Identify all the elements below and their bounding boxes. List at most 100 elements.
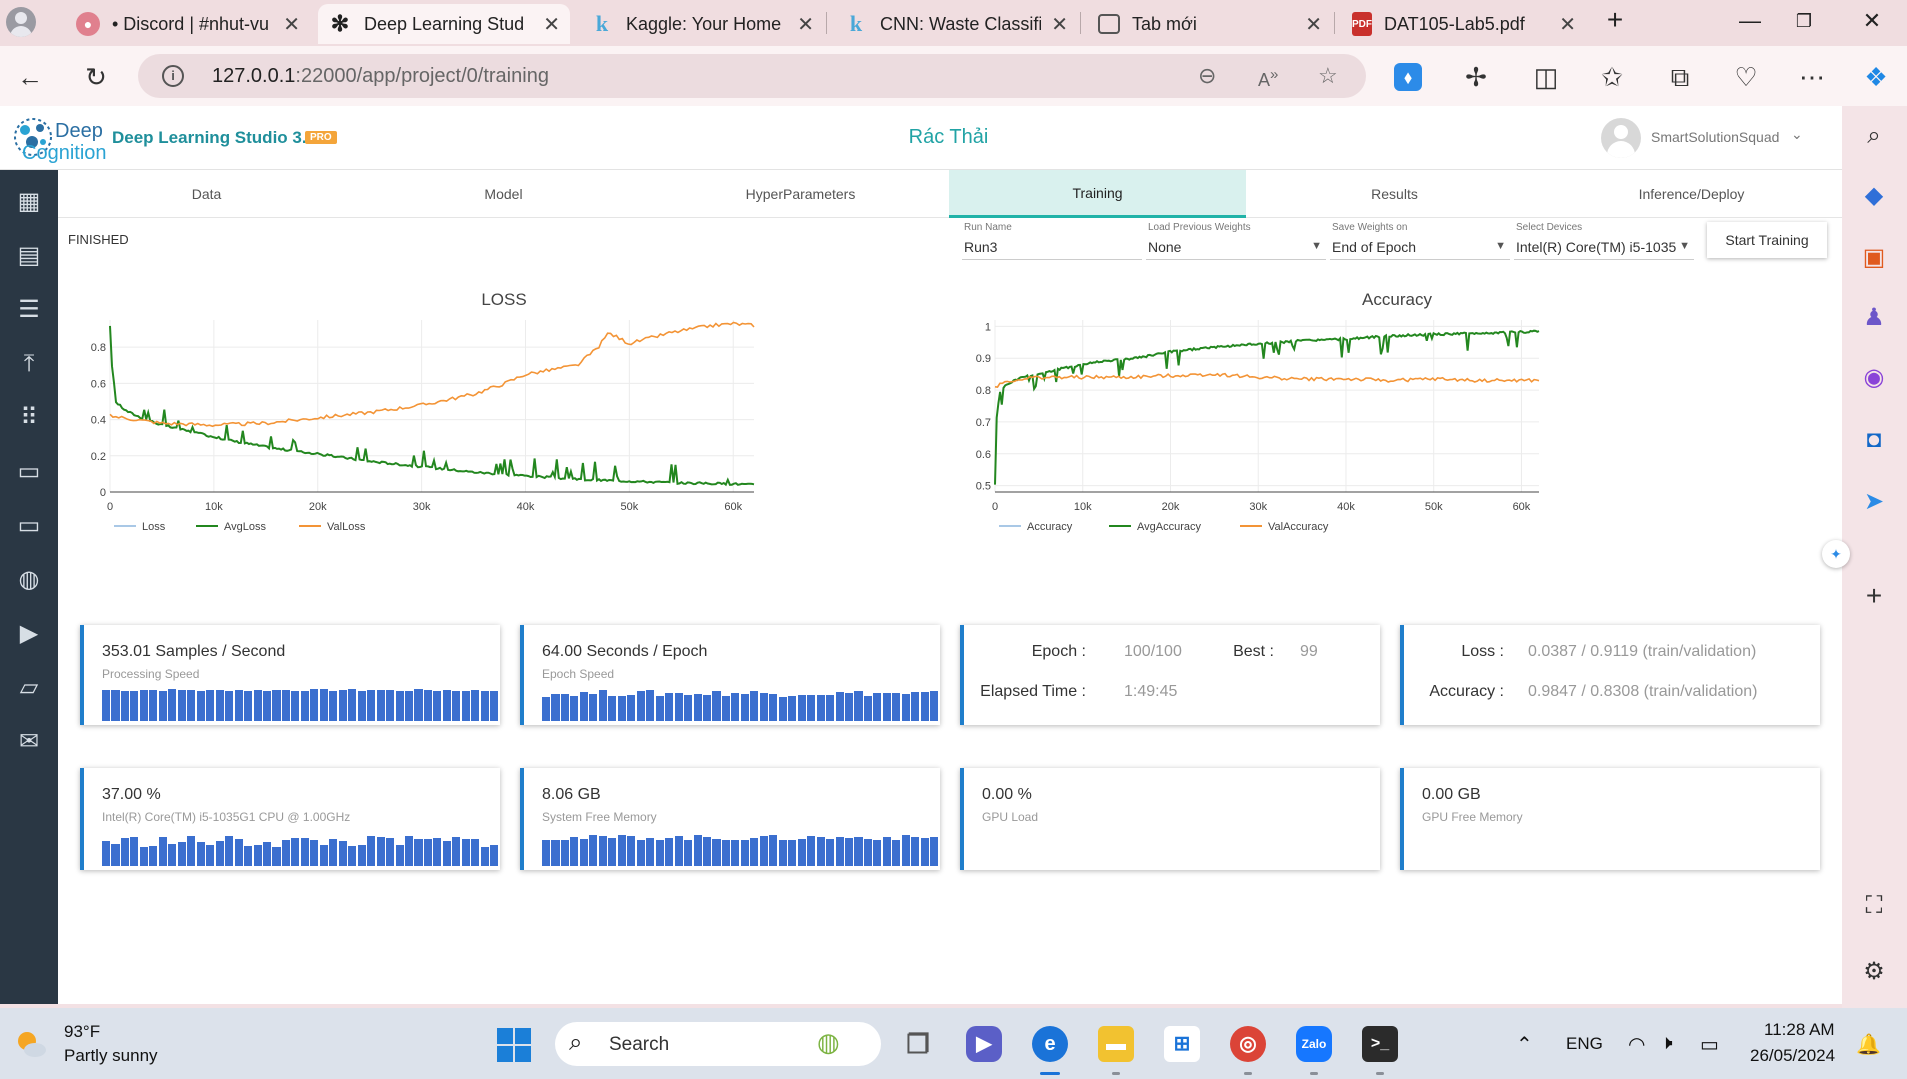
shopping-tag-icon[interactable]: ◆: [1858, 180, 1890, 212]
send-icon[interactable]: ➤: [1858, 486, 1890, 518]
windows-start-icon[interactable]: [497, 1028, 531, 1062]
tab-kaggle-home[interactable]: k Kaggle: Your Home ✕: [580, 4, 824, 44]
tab-new-tab[interactable]: Tab mới ✕: [1088, 4, 1332, 44]
tab-discord[interactable]: ● • Discord | #nhut-vu ✕: [66, 4, 310, 44]
tab-training[interactable]: Training: [949, 170, 1246, 218]
tab-model[interactable]: Model: [355, 170, 652, 218]
edge-browser-icon[interactable]: e: [1032, 1026, 1068, 1062]
partly-sunny-icon[interactable]: [14, 1028, 48, 1062]
more-menu-icon[interactable]: ⋯: [1796, 61, 1828, 93]
windows-taskbar: 93°F Partly sunny ⌕ Search ◍ ❐ ▶ e ▬ ⊞ ◎…: [0, 1008, 1907, 1079]
sparkline-bar: [712, 838, 721, 866]
apps-icon[interactable]: ⠿: [13, 404, 45, 432]
sparkline-bar: [845, 838, 854, 866]
deep-cognition-icon: ✻: [330, 11, 350, 36]
new-tab-button[interactable]: +: [1600, 4, 1630, 36]
video-icon[interactable]: ▶: [13, 620, 45, 648]
sparkline-bar: [177, 841, 186, 866]
tab-kaggle-cnn[interactable]: k CNN: Waste Classifi ✕: [834, 4, 1078, 44]
extension-drop-icon[interactable]: ⬧: [1394, 63, 1422, 91]
split-screen-icon[interactable]: ◫: [1530, 61, 1562, 93]
close-icon[interactable]: ✕: [543, 12, 560, 37]
user-name[interactable]: SmartSolutionSquad: [1651, 129, 1779, 145]
monitor-icon[interactable]: ▭: [13, 512, 45, 540]
weather-temperature[interactable]: 93°F: [64, 1022, 100, 1042]
chevron-down-icon[interactable]: ⌄: [1791, 126, 1803, 143]
meet-video-icon[interactable]: ▶: [966, 1026, 1002, 1062]
battery-icon[interactable]: ▭: [1700, 1032, 1719, 1057]
tab-pdf[interactable]: PDF DAT105-Lab5.pdf ✕: [1342, 4, 1586, 44]
minimize-button[interactable]: —: [1735, 8, 1765, 34]
profile-avatar[interactable]: [6, 7, 36, 37]
read-aloud-icon[interactable]: A»: [1258, 66, 1278, 91]
extensions-icon[interactable]: ✢: [1460, 61, 1492, 93]
run-name-field[interactable]: Run Name Run3: [962, 218, 1142, 260]
y-tick-label: 0.2: [91, 451, 106, 463]
load-weights-select[interactable]: Load Previous Weights None ▼: [1146, 218, 1326, 260]
clock-date[interactable]: 26/05/2024: [1750, 1046, 1835, 1066]
task-view-icon[interactable]: ❐: [900, 1026, 936, 1062]
sidebar-settings-gear-icon[interactable]: ⚙: [1858, 956, 1890, 988]
zoom-out-icon[interactable]: ⊖: [1198, 63, 1216, 89]
tools-icon[interactable]: ▣: [1858, 242, 1890, 274]
datasets-icon[interactable]: ☰: [13, 296, 45, 324]
address-bar[interactable]: i 127.0.0.1:22000/app/project/0/training…: [138, 54, 1366, 98]
add-sidebar-app-icon[interactable]: +: [1858, 580, 1890, 612]
sparkline-bar: [461, 838, 470, 866]
copilot-icon[interactable]: ❖: [1860, 61, 1892, 93]
zalo-icon[interactable]: Zalo: [1296, 1026, 1332, 1062]
start-training-button[interactable]: Start Training: [1707, 222, 1827, 258]
input-language[interactable]: ENG: [1566, 1034, 1603, 1054]
screenshot-icon[interactable]: ⛶: [1858, 890, 1890, 922]
clock-time[interactable]: 11:28 AM: [1764, 1020, 1835, 1040]
window-close-button[interactable]: ✕: [1857, 8, 1887, 34]
close-icon[interactable]: ✕: [797, 12, 814, 37]
tab-results[interactable]: Results: [1246, 170, 1543, 218]
chrome-icon[interactable]: ◎: [1230, 1026, 1266, 1062]
training-page: Data Model HyperParameters Training Resu…: [58, 170, 1850, 1004]
terminal-icon[interactable]: >_: [1362, 1026, 1398, 1062]
url-text[interactable]: 127.0.0.1:22000/app/project/0/training: [212, 65, 549, 88]
microsoft-store-icon[interactable]: ⊞: [1164, 1026, 1200, 1062]
sparkline-bar: [253, 845, 262, 866]
browser-health-icon[interactable]: ♡: [1730, 61, 1762, 93]
close-icon[interactable]: ✕: [1559, 12, 1576, 37]
file-explorer-icon[interactable]: ▬: [1098, 1026, 1134, 1062]
outlook-icon[interactable]: ◘: [1858, 424, 1890, 456]
projects-icon[interactable]: ▤: [13, 242, 45, 270]
epoch-progress-card: Epoch : 100/100 Best : 99 Elapsed Time :…: [960, 625, 1380, 725]
weather-condition[interactable]: Partly sunny: [64, 1046, 158, 1066]
favorites-icon[interactable]: ✩: [1596, 61, 1628, 93]
floating-assistant-icon[interactable]: ✦: [1822, 540, 1850, 568]
notification-bell-icon[interactable]: 🔔: [1856, 1032, 1881, 1057]
chevron-up-icon[interactable]: ⌃: [1516, 1032, 1533, 1057]
collections-icon[interactable]: ⧉: [1664, 61, 1696, 93]
office-icon[interactable]: ◉: [1858, 362, 1890, 394]
taskbar-search[interactable]: ⌕ Search ◍: [555, 1022, 881, 1066]
tab-deep-learning-studio[interactable]: ✻ Deep Learning Stud ✕: [318, 4, 570, 44]
tab-inference-deploy[interactable]: Inference/Deploy: [1543, 170, 1840, 218]
back-arrow-icon[interactable]: ←: [14, 61, 46, 93]
user-avatar[interactable]: [1601, 118, 1641, 158]
close-icon[interactable]: ✕: [1305, 12, 1322, 37]
close-icon[interactable]: ✕: [1051, 12, 1068, 37]
favorite-star-icon[interactable]: ☆: [1318, 63, 1338, 89]
close-icon[interactable]: ✕: [283, 12, 300, 37]
mail-icon[interactable]: ✉: [13, 728, 45, 756]
tab-data[interactable]: Data: [58, 170, 355, 218]
chat-icon[interactable]: ◍: [13, 566, 45, 594]
reload-icon[interactable]: ↻: [80, 61, 112, 93]
restore-button[interactable]: ❐: [1789, 11, 1819, 32]
folder-icon[interactable]: ▭: [13, 458, 45, 486]
site-info-icon[interactable]: i: [162, 65, 184, 87]
save-weights-select[interactable]: Save Weights on End of Epoch ▼: [1330, 218, 1510, 260]
device-select[interactable]: Select Devices Intel(R) Core(TM) i5-1035…: [1514, 218, 1694, 260]
tab-hyperparameters[interactable]: HyperParameters: [652, 170, 949, 218]
games-icon[interactable]: ♟: [1858, 302, 1890, 334]
docs-icon[interactable]: ▱: [13, 674, 45, 702]
dashboard-icon[interactable]: ▦: [13, 188, 45, 216]
wifi-icon[interactable]: ◠: [1628, 1032, 1645, 1057]
volume-muted-icon[interactable]: 🕨: [1660, 1032, 1673, 1055]
upload-icon[interactable]: ⤒: [13, 350, 45, 378]
sparkline-bar: [253, 689, 262, 721]
